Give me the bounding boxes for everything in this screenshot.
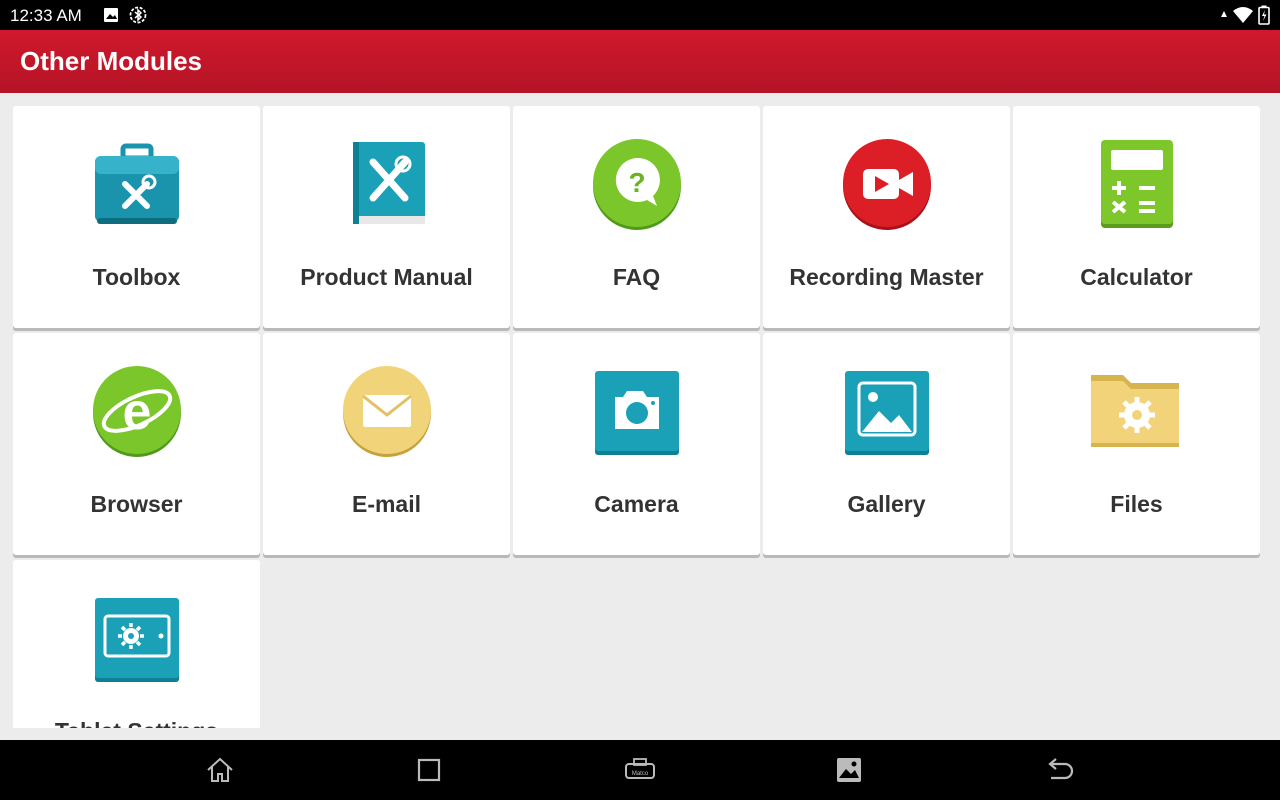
wifi-icon — [1233, 7, 1253, 23]
matco-vci-icon[interactable]: Matco — [623, 754, 657, 786]
calculator-icon — [1101, 140, 1173, 228]
module-toolbox[interactable]: Toolbox — [13, 106, 260, 328]
status-right-icons — [1220, 5, 1270, 25]
status-time: 12:33 AM — [10, 6, 82, 25]
module-label: E-mail — [351, 491, 422, 517]
module-label: FAQ — [612, 264, 661, 290]
svg-text:?: ? — [628, 167, 645, 198]
email-icon — [343, 366, 431, 457]
module-label: Gallery — [847, 491, 926, 517]
image-notification-icon — [104, 8, 118, 22]
module-label: Browser — [90, 491, 183, 517]
module-recording-master[interactable]: Recording Master — [763, 106, 1010, 328]
battery-icon — [1258, 5, 1270, 25]
module-camera[interactable]: Camera — [513, 333, 760, 555]
module-label: Toolbox — [92, 264, 181, 290]
app-bar: Other Modules — [0, 30, 1280, 93]
status-bar: 12:33 AM — [0, 0, 1280, 30]
matco-vci-label: Matco — [632, 771, 649, 777]
product-manual-icon — [353, 142, 425, 224]
module-files[interactable]: Files — [1013, 333, 1260, 555]
gallery-icon — [845, 371, 929, 455]
recording-master-icon — [843, 139, 931, 230]
screenshot-icon[interactable] — [833, 754, 865, 786]
module-label: Tablet Settings — [13, 718, 260, 728]
module-faq[interactable]: ? FAQ — [513, 106, 760, 328]
module-label: Recording Master — [789, 264, 984, 290]
camera-icon — [595, 371, 679, 455]
module-grid: Toolbox Product Manual ? FAQ Recording M — [0, 93, 1280, 728]
module-label: Calculator — [1080, 264, 1193, 290]
module-product-manual[interactable]: Product Manual — [263, 106, 510, 328]
module-label: Product Manual — [300, 264, 473, 290]
module-label: Files — [1110, 491, 1163, 517]
module-email[interactable]: E-mail — [263, 333, 510, 555]
tablet-settings-icon — [95, 598, 179, 682]
faq-icon: ? — [593, 139, 681, 230]
navigation-bar: Matco — [0, 740, 1280, 800]
module-gallery[interactable]: Gallery — [763, 333, 1010, 555]
toolbox-icon — [95, 143, 179, 224]
module-label: Camera — [594, 491, 679, 517]
browser-icon: e — [93, 366, 181, 457]
back-icon[interactable] — [1043, 754, 1075, 786]
page-title: Other Modules — [20, 46, 203, 76]
home-icon[interactable] — [204, 754, 236, 786]
signal-icon — [1221, 11, 1227, 17]
files-icon — [1091, 375, 1179, 447]
recent-apps-icon[interactable] — [413, 754, 445, 786]
module-tablet-settings[interactable]: Tablet Settings — [13, 560, 260, 728]
module-browser[interactable]: e Browser — [13, 333, 260, 555]
module-calculator[interactable]: Calculator — [1013, 106, 1260, 328]
bluetooth-settings-icon — [129, 6, 147, 24]
